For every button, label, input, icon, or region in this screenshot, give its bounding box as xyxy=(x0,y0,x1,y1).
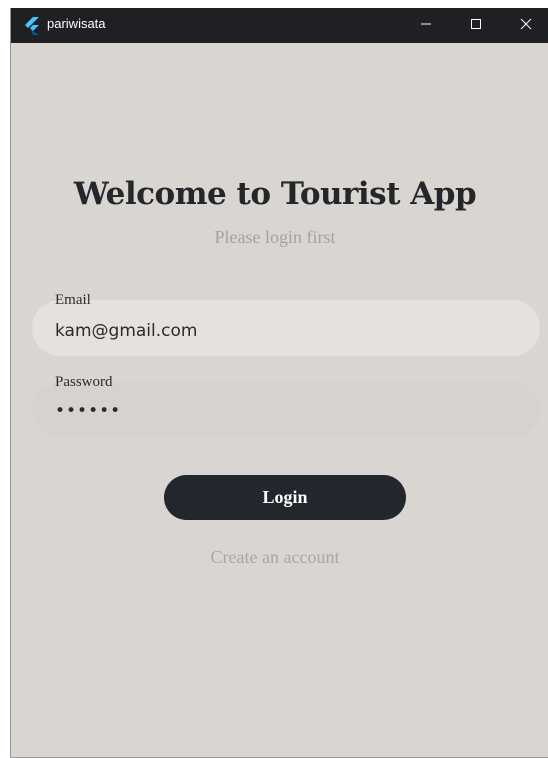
flutter-logo-icon xyxy=(23,17,39,35)
close-icon xyxy=(520,17,532,35)
email-field[interactable]: kam@gmail.com xyxy=(32,300,540,356)
password-label: Password xyxy=(55,374,113,390)
maximize-button[interactable] xyxy=(453,8,499,43)
email-value[interactable]: kam@gmail.com xyxy=(55,321,197,341)
password-value[interactable]: •••••• xyxy=(55,401,121,421)
app-window: pariwisata Welcome to Tourist App Please… xyxy=(10,8,548,758)
minimize-icon xyxy=(420,17,432,35)
login-button-label: Login xyxy=(262,487,308,507)
page-title: Welcome to Tourist App xyxy=(73,176,477,212)
login-button[interactable]: Login xyxy=(164,475,406,520)
login-screen: Welcome to Tourist App Please login firs… xyxy=(11,43,548,757)
minimize-button[interactable] xyxy=(403,8,449,43)
window-title: pariwisata xyxy=(47,16,106,31)
title-bar[interactable]: pariwisata xyxy=(11,8,548,43)
create-account-link[interactable]: Create an account xyxy=(11,547,548,568)
maximize-icon xyxy=(470,17,482,35)
email-label: Email xyxy=(55,292,91,308)
page-subtitle: Please login first xyxy=(214,227,336,247)
close-button[interactable] xyxy=(503,8,548,43)
